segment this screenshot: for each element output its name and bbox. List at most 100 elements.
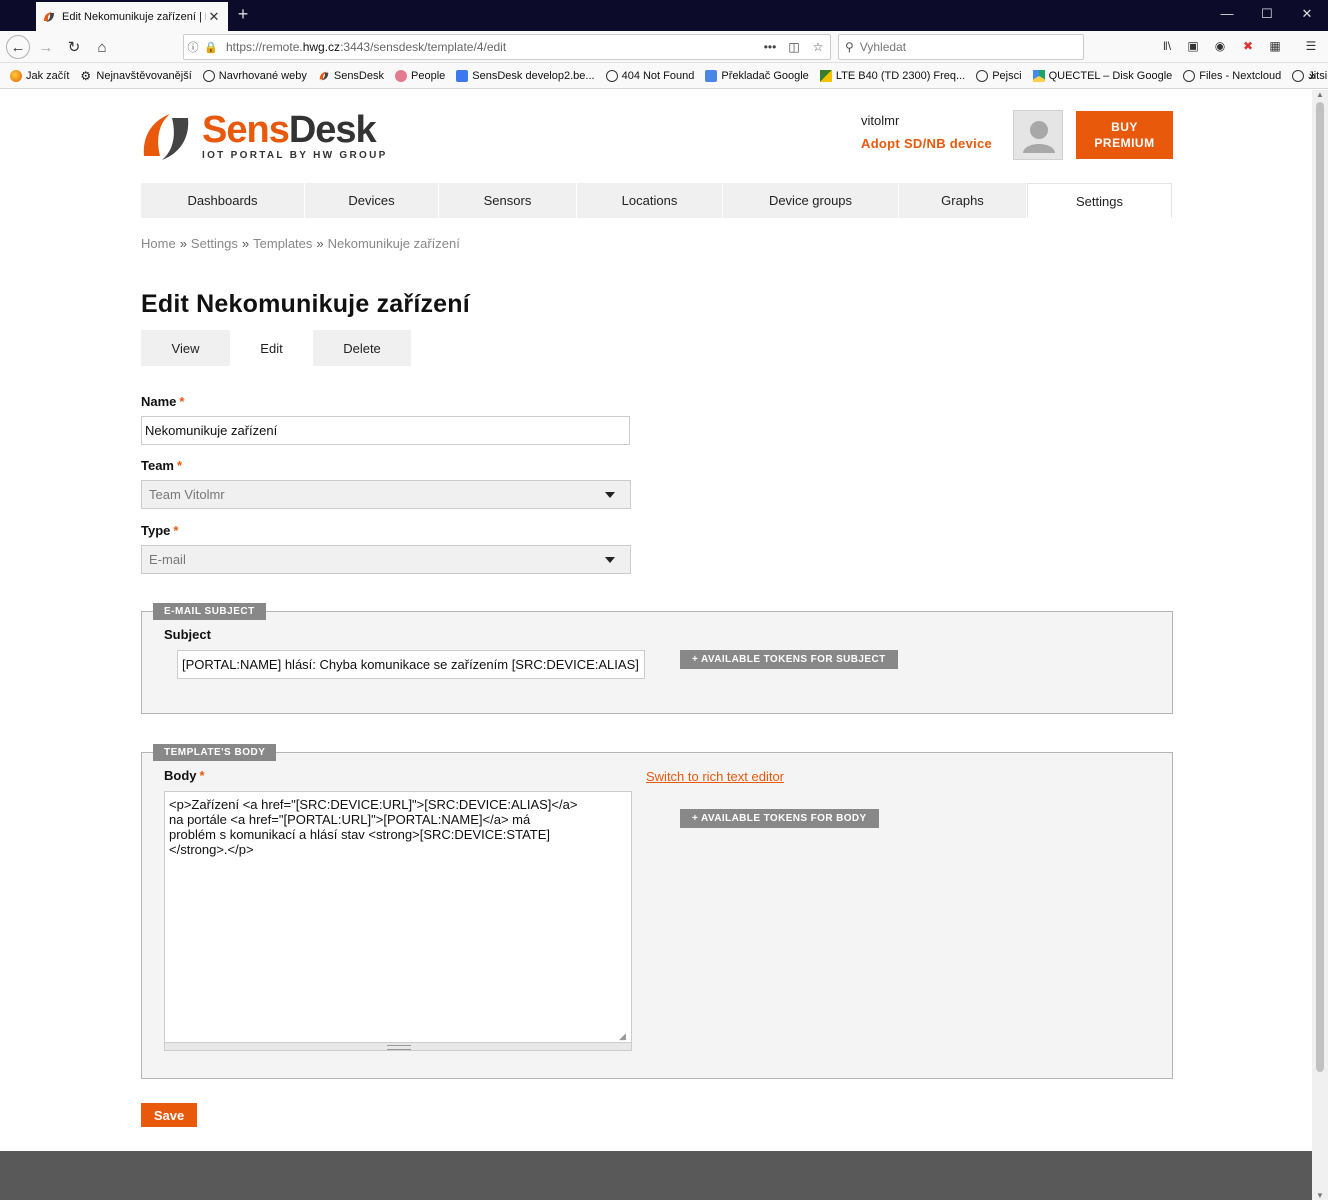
body-textarea[interactable]: <p>Zařízení <a href="[SRC:DEVICE:URL]">[…: [164, 791, 632, 1043]
bookmark-item[interactable]: 404 Not Found: [605, 69, 695, 82]
bookmark-item[interactable]: SensDesk: [318, 70, 384, 82]
scroll-up-icon[interactable]: ▲: [1312, 90, 1328, 99]
drive-icon: [1032, 69, 1045, 82]
home-icon[interactable]: ⌂: [90, 35, 114, 59]
subject-field[interactable]: [PORTAL:NAME] hlásí: Chyba komunikace se…: [177, 650, 645, 679]
type-selected-value: E-mail: [149, 552, 186, 567]
nav-item-graphs[interactable]: Graphs: [899, 183, 1027, 218]
extension-icon[interactable]: ✖: [1239, 39, 1257, 55]
globe-icon: [1292, 69, 1305, 82]
nav-item-locations[interactable]: Locations: [577, 183, 723, 218]
breadcrumb-item[interactable]: Home: [141, 236, 176, 251]
page-actions-icon[interactable]: •••: [758, 40, 782, 54]
bookmark-label: QUECTEL – Disk Google: [1048, 69, 1173, 82]
resize-corner-icon[interactable]: ◢: [619, 1031, 626, 1042]
tab-delete[interactable]: Delete: [313, 330, 411, 366]
bookmark-label: Files - Nextcloud: [1199, 69, 1282, 82]
bookmark-item[interactable]: Files - Nextcloud: [1183, 69, 1282, 82]
subject-tokens-button[interactable]: + AVAILABLE TOKENS FOR SUBJECT: [680, 650, 898, 669]
body-tokens-button[interactable]: + AVAILABLE TOKENS FOR BODY: [680, 809, 879, 828]
menu-icon[interactable]: ☰: [1302, 39, 1320, 55]
forward-arrow-icon[interactable]: →: [34, 35, 58, 59]
bookmark-label: Navrhované weby: [218, 69, 307, 82]
breadcrumb: Home» Settings» Templates» Nekomunikuje zař…: [141, 236, 460, 251]
reload-icon[interactable]: ↻: [62, 35, 86, 59]
nav-item-device-groups[interactable]: Device groups: [723, 183, 899, 218]
username[interactable]: vitolmr: [861, 113, 899, 128]
bookmark-item[interactable]: People: [395, 69, 445, 82]
bookmark-label: 404 Not Found: [621, 69, 695, 82]
breadcrumb-item[interactable]: Templates: [253, 236, 312, 251]
sidebar-icon[interactable]: ▣: [1184, 39, 1202, 55]
bookmark-label: Překladač Google: [721, 69, 809, 82]
bookmark-star-icon[interactable]: ☆: [806, 40, 830, 54]
template-body-legend: TEMPLATE'S BODY: [153, 744, 277, 761]
address-bar[interactable]: ⓘ 🔒 https://remote.hwg.cz:3443/sensdesk/…: [183, 34, 831, 60]
minimize-icon[interactable]: —: [1212, 6, 1242, 21]
globe-icon: [202, 69, 215, 82]
translate-icon: [705, 69, 718, 82]
globe-icon: [605, 69, 618, 82]
maximize-icon[interactable]: ☐: [1252, 6, 1282, 22]
nav-item-dashboards[interactable]: Dashboards: [141, 183, 305, 218]
window-close-icon[interactable]: ✕: [1292, 6, 1322, 22]
bookmark-item[interactable]: Navrhované weby: [202, 69, 307, 82]
type-select[interactable]: E-mail: [141, 545, 631, 574]
nav-item-devices[interactable]: Devices: [305, 183, 439, 218]
email-subject-section: E-MAIL SUBJECT Subject [PORTAL:NAME] hlá…: [141, 603, 1173, 714]
pocket-icon[interactable]: ◫: [782, 40, 806, 54]
scrollbar-thumb[interactable]: [1316, 102, 1324, 1072]
subject-label: Subject: [164, 627, 211, 642]
library-icon[interactable]: ‖\: [1158, 39, 1176, 55]
new-tab-icon[interactable]: +: [232, 4, 254, 25]
textarea-resize-grip[interactable]: [164, 1043, 632, 1051]
nav-item-settings[interactable]: Settings: [1027, 183, 1172, 218]
team-label: Team *: [141, 458, 183, 473]
page-tabs: View Edit Delete: [141, 330, 411, 366]
bookmark-label: SensDesk develop2.be...: [472, 69, 595, 82]
info-icon[interactable]: ⓘ: [184, 39, 202, 55]
firefox-icon: [10, 69, 22, 82]
url-text[interactable]: https://remote.hwg.cz:3443/sensdesk/temp…: [220, 40, 758, 54]
lock-warning-icon[interactable]: 🔒: [202, 41, 220, 54]
tab-view[interactable]: View: [141, 330, 230, 366]
bookmark-item[interactable]: Překladač Google: [705, 69, 809, 82]
nav-item-sensors[interactable]: Sensors: [439, 183, 577, 218]
bookmark-label: Nejnavštěvovanější: [96, 69, 192, 82]
bookmark-label: LTE B40 (TD 2300) Freq...: [835, 69, 966, 82]
rich-text-editor-link[interactable]: Switch to rich text editor: [646, 769, 784, 784]
bookmark-item[interactable]: Pejsci: [976, 69, 1022, 82]
sensdesk-icon: [318, 70, 330, 82]
logo-wordmark: SensDesk: [202, 109, 377, 151]
tab-edit[interactable]: Edit: [230, 330, 313, 366]
close-tab-icon[interactable]: ✕: [206, 9, 222, 25]
browser-tab[interactable]: Edit Nekomunikuje zařízení | Po ✕: [36, 2, 228, 31]
bookmark-item[interactable]: ⚙ Nejnavštěvovanější: [80, 70, 191, 82]
page-footer: [0, 1151, 1312, 1200]
account-icon[interactable]: ◉: [1211, 39, 1229, 55]
team-select[interactable]: Team Vitolmr: [141, 480, 631, 509]
search-icon: ⚲: [845, 40, 854, 54]
people-icon: [395, 69, 407, 82]
bookmark-item[interactable]: QUECTEL – Disk Google: [1032, 69, 1173, 82]
name-field[interactable]: [141, 416, 630, 445]
buy-premium-button[interactable]: BUY PREMIUM: [1076, 111, 1173, 159]
breadcrumb-item[interactable]: Settings: [191, 236, 238, 251]
avatar[interactable]: [1013, 110, 1063, 160]
body-label: Body *: [164, 768, 205, 783]
back-arrow-icon[interactable]: ←: [6, 35, 30, 59]
more-bookmarks-icon[interactable]: »: [1309, 68, 1316, 83]
browser-toolbar: ← → ↻ ⌂ ⓘ 🔒 https://remote.hwg.cz:3443/s…: [0, 31, 1328, 63]
page-title: Edit Nekomunikuje zařízení: [141, 290, 470, 318]
bookmark-item[interactable]: SensDesk develop2.be...: [456, 69, 595, 82]
screenshot-icon[interactable]: ▦: [1266, 39, 1284, 55]
sensdesk-logo[interactable]: SensDesk IOT PORTAL BY HW GROUP: [140, 109, 385, 162]
vertical-scrollbar[interactable]: ▲ ▼: [1312, 90, 1328, 1200]
search-input[interactable]: ⚲ Vyhledat: [838, 34, 1084, 60]
bookmark-item[interactable]: LTE B40 (TD 2300) Freq...: [819, 69, 966, 82]
logo-tagline: IOT PORTAL BY HW GROUP: [202, 150, 388, 161]
scroll-down-icon[interactable]: ▼: [1312, 1191, 1328, 1200]
save-button[interactable]: Save: [141, 1103, 197, 1127]
adopt-device-link[interactable]: Adopt SD/NB device: [861, 136, 992, 151]
bookmark-item[interactable]: Jak začít: [10, 69, 69, 82]
